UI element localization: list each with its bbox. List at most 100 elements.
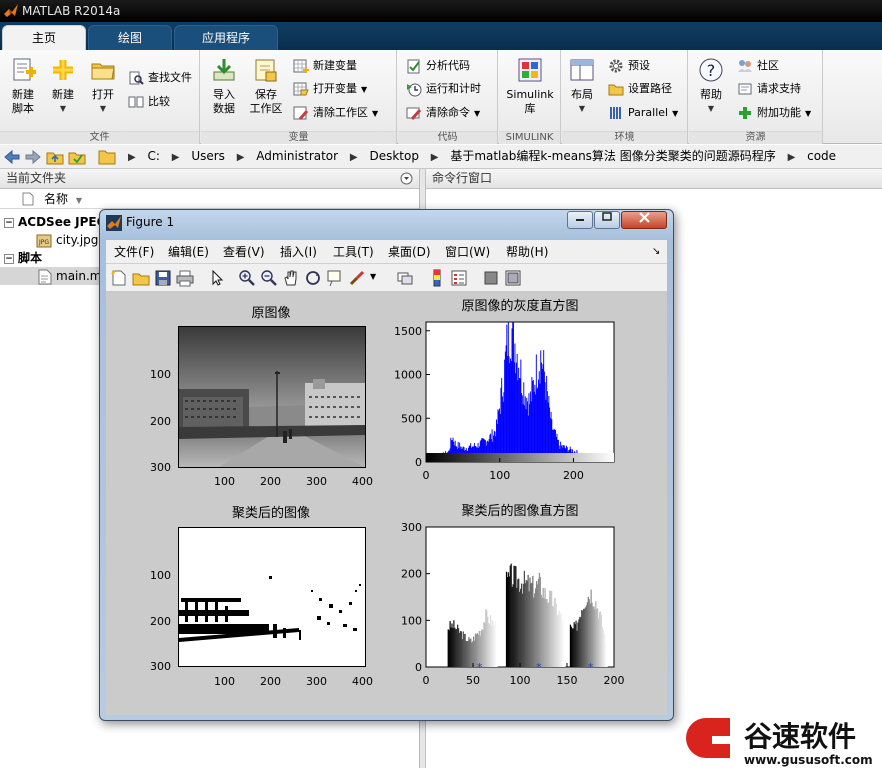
image-x-tick: 200 [260,475,281,488]
breadcrumb-separator-icon: ▶ [788,152,796,163]
print-icon[interactable] [176,269,194,287]
up-folder-icon[interactable] [46,148,64,166]
parallel-button[interactable]: Parallel▼ [608,103,678,123]
list-item-city-jpg[interactable]: JPGcity.jpg [36,231,98,249]
new-figure-icon[interactable] [110,269,128,287]
address-bar: ▶ C: ▶ Users ▶ Administrator ▶ Desktop ▶… [0,145,882,169]
breadcrumb-item[interactable]: 基于matlab编程k-means算法 图像分类聚类的问题源码程序 [450,149,775,163]
breadcrumb-item[interactable]: Administrator [256,149,338,163]
tree-group-acdsee[interactable]: −ACDSee JPEG [4,213,106,231]
rotate-3d-icon[interactable] [304,269,322,287]
clustered-image-axes[interactable] [178,527,366,667]
help-button[interactable]: ? 帮助 ▼ [691,56,731,116]
zoom-out-icon[interactable] [260,269,278,287]
open-button[interactable]: 打开 ▼ [82,56,124,116]
menu-file[interactable]: 文件(F) [114,240,154,264]
menu-desktop[interactable]: 桌面(D) [388,240,431,264]
figure-window[interactable]: Figure 1 文件(F) 编辑(E) 查看(V) 插入(I) 工具(T) 桌… [99,209,674,721]
tab-home[interactable]: 主页 [2,25,86,50]
menu-tools[interactable]: 工具(T) [333,240,374,264]
save-workspace-button[interactable]: 保存 工作区 [245,56,287,116]
open-variable-button[interactable]: 打开变量▼ [293,79,367,99]
community-button[interactable]: 社区 [737,56,779,76]
figure-canvas[interactable]: 原图像 [106,292,667,715]
open-file-icon[interactable] [132,269,150,287]
pointer-icon[interactable] [208,269,226,287]
new-button[interactable]: 新建 ▼ [42,56,84,116]
save-workspace-label-1: 保存 [255,88,277,101]
clustered-histogram-chart[interactable]: 聚类后的图像直方图***0501001502000100200300 [386,497,626,707]
breadcrumb-item[interactable]: code [807,149,836,163]
breadcrumb-item[interactable]: C: [148,149,160,163]
image-y-tick: 100 [150,368,171,381]
browse-folder-icon[interactable] [68,148,86,166]
tab-plots[interactable]: 绘图 [88,25,172,50]
hide-plot-tools-icon[interactable] [482,269,500,287]
layout-button[interactable]: 布局 ▼ [562,56,602,116]
brush-icon[interactable] [348,269,366,287]
import-data-icon [210,56,238,84]
original-histogram-chart[interactable]: 原图像的灰度直方图0100200050010001500 [386,292,626,502]
clear-workspace-button[interactable]: 清除工作区▼ [293,103,378,123]
back-arrow-icon[interactable] [3,148,21,166]
zoom-in-icon[interactable] [238,269,256,287]
close-button[interactable] [621,211,667,229]
maximize-button[interactable] [594,211,620,229]
tree-group-scripts[interactable]: −脚本 [4,249,42,267]
original-image-axes[interactable] [178,326,366,468]
import-data-button[interactable]: 导入 数据 [203,56,245,116]
environment-group-label: 环境 [562,131,687,144]
save-icon[interactable] [154,269,172,287]
link-plot-icon[interactable] [396,269,414,287]
breadcrumb[interactable]: ▶ C: ▶ Users ▶ Administrator ▶ Desktop ▶… [128,145,844,169]
file-group: 新建 脚本 新建 ▼ 打开 ▼ 查找文件 比较 文件 [0,50,200,144]
help-label: 帮助 [700,88,722,101]
menu-insert[interactable]: 插入(I) [280,240,317,264]
city-photo [179,327,365,467]
tree-group-label: 脚本 [18,251,42,265]
community-icon [737,58,753,74]
show-plot-tools-icon[interactable] [504,269,522,287]
menu-window[interactable]: 窗口(W) [445,240,490,264]
simulink-library-button[interactable]: Simulink 库 [501,56,559,116]
new-script-button[interactable]: 新建 脚本 [2,56,44,116]
clear-workspace-label: 清除工作区 [313,106,368,119]
minimize-icon [575,212,585,222]
menu-view[interactable]: 查看(V) [223,240,265,264]
legend-icon[interactable] [450,269,468,287]
new-variable-button[interactable]: 新建变量 [293,56,357,76]
request-support-button[interactable]: 请求支持 [737,79,801,99]
forward-arrow-icon[interactable] [24,148,42,166]
minimize-button[interactable] [567,211,593,229]
histogram-bar [564,620,565,667]
add-ons-button[interactable]: 附加功能▼ [737,103,811,123]
panel-menu-icon[interactable] [400,172,413,185]
breadcrumb-separator-icon: ▶ [172,152,180,163]
compare-button[interactable]: 比较 [128,92,170,112]
menu-edit[interactable]: 编辑(E) [168,240,209,264]
breadcrumb-item[interactable]: Desktop [369,149,419,163]
chevron-down-icon[interactable]: ▼ [370,272,376,281]
simulink-group-label: SIMULINK [499,131,560,144]
pan-hand-icon[interactable] [282,269,300,287]
name-column-header[interactable]: 名称 ▼ [0,189,419,209]
colorbar-icon[interactable] [428,269,446,287]
menu-help[interactable]: 帮助(H) [506,240,548,264]
dock-arrow-icon[interactable]: ↘ [652,240,660,264]
collapse-icon[interactable]: − [4,218,14,228]
collapse-icon[interactable]: − [4,254,14,264]
tab-apps[interactable]: 应用程序 [174,25,278,50]
gear-icon [608,58,624,74]
subplot-title-original: 原图像 [178,302,364,321]
find-files-button[interactable]: 查找文件 [128,68,192,88]
run-and-time-button[interactable]: 运行和计时 [406,79,481,99]
clear-commands-button[interactable]: 清除命令▼ [406,103,480,123]
analyze-code-button[interactable]: 分析代码 [406,56,470,76]
code-group-label: 代码 [398,131,497,144]
data-cursor-icon[interactable] [326,269,344,287]
svg-text:www.gususoft.com: www.gususoft.com [744,753,873,767]
preferences-button[interactable]: 预设 [608,56,650,76]
cluster-center-marker: * [588,661,594,674]
set-path-button[interactable]: 设置路径 [608,79,672,99]
breadcrumb-item[interactable]: Users [191,149,225,163]
